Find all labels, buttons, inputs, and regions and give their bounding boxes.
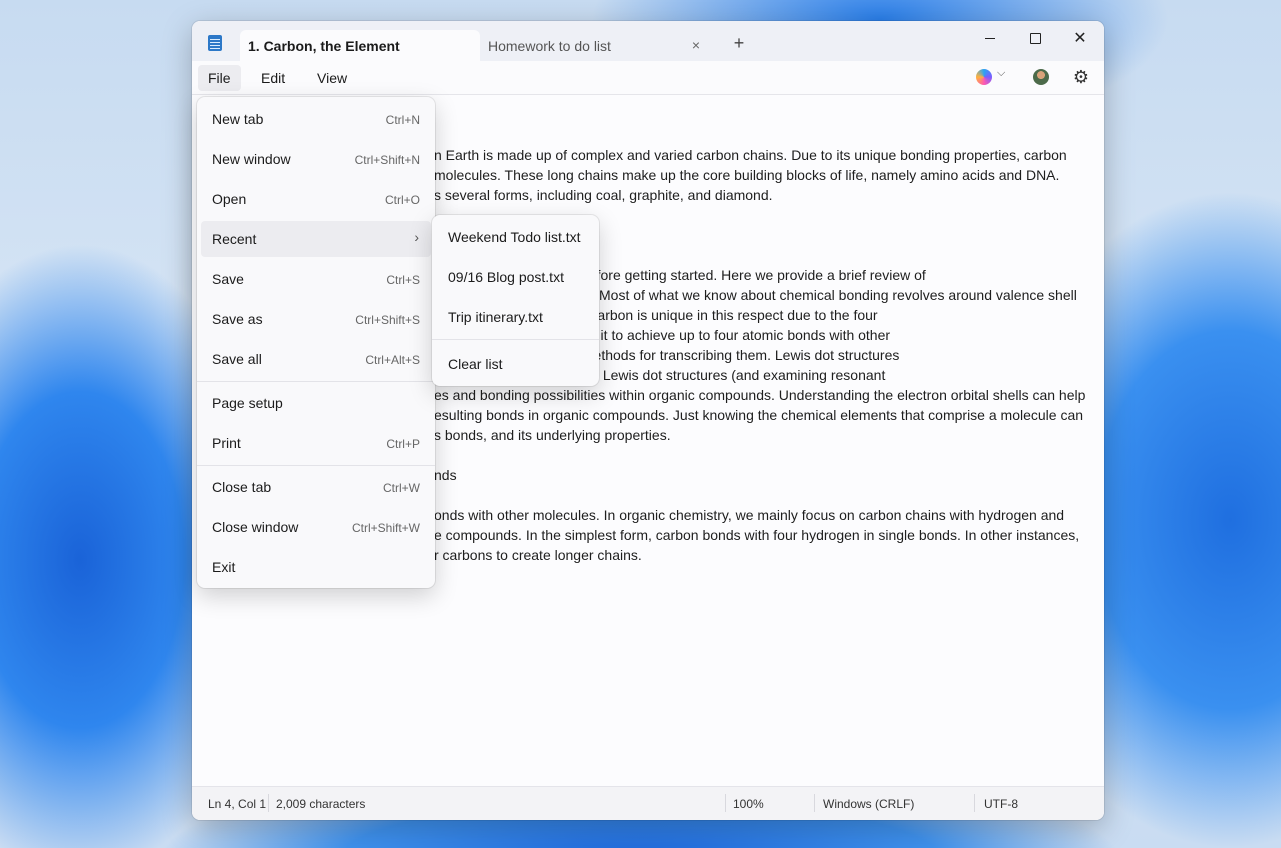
menu-item-label: Open	[212, 191, 247, 207]
close-tab-icon[interactable]: ×	[688, 37, 704, 53]
recent-file-item[interactable]: Weekend Todo list.txt	[436, 219, 595, 255]
menu-item-new-window[interactable]: New window Ctrl+Shift+N	[201, 141, 431, 177]
menu-edit[interactable]: Edit	[251, 65, 295, 91]
menu-item-save-as[interactable]: Save as Ctrl+Shift+S	[201, 301, 431, 337]
notepad-app-icon	[208, 35, 222, 51]
menu-item-label: Clear list	[448, 356, 503, 372]
new-tab-button[interactable]: +	[730, 34, 748, 52]
menu-item-close-window[interactable]: Close window Ctrl+Shift+W	[201, 509, 431, 545]
editor-text-line: onds with other molecules. In organic ch…	[434, 507, 1065, 523]
close-window-button[interactable]: ✕	[1064, 27, 1096, 51]
status-divider	[725, 794, 726, 812]
menu-item-shortcut: Ctrl+Alt+S	[365, 353, 420, 367]
menu-item-label: New window	[212, 151, 291, 167]
chevron-down-icon[interactable]: ⌵	[997, 67, 1005, 80]
menu-item-save-all[interactable]: Save all Ctrl+Alt+S	[201, 341, 431, 377]
menu-item-label: Save as	[212, 311, 263, 327]
menu-file[interactable]: File	[198, 65, 241, 91]
menu-item-label: Save all	[212, 351, 262, 367]
editor-text-line: r carbons to create longer chains.	[434, 547, 642, 563]
menu-item-shortcut: Ctrl+P	[386, 437, 420, 451]
menu-separator	[197, 465, 435, 466]
status-bar: Ln 4, Col 1 2,009 characters 100% Window…	[192, 786, 1104, 820]
zoom-level[interactable]: 100%	[733, 797, 764, 811]
menu-item-page-setup[interactable]: Page setup	[201, 385, 431, 421]
chevron-right-icon: ›	[414, 229, 419, 245]
menu-bar: File Edit View	[192, 61, 1104, 95]
maximize-icon	[1029, 33, 1041, 45]
line-ending[interactable]: Windows (CRLF)	[823, 797, 914, 811]
editor-text-line: esulting bonds in organic compounds. Jus…	[434, 407, 1084, 423]
editor-text-line: nds	[434, 467, 457, 483]
editor-text-line: molecules. These long chains make up the…	[434, 167, 1060, 183]
avatar[interactable]	[1033, 69, 1049, 85]
encoding[interactable]: UTF-8	[984, 797, 1018, 811]
gear-icon[interactable]: ⚙	[1071, 67, 1091, 87]
menu-item-shortcut: Ctrl+S	[386, 273, 420, 287]
tab-label: Homework to do list	[488, 37, 611, 54]
menu-item-print[interactable]: Print Ctrl+P	[201, 425, 431, 461]
tab-homework[interactable]: Homework to do list ×	[480, 30, 712, 61]
menu-item-label: Print	[212, 435, 241, 451]
editor-text-line: s bonds, and its underlying properties.	[434, 427, 671, 443]
menu-item-shortcut: Ctrl+W	[383, 481, 420, 495]
menu-item-shortcut: Ctrl+Shift+S	[355, 313, 420, 327]
file-menu: New tab Ctrl+N New window Ctrl+Shift+N O…	[197, 97, 435, 588]
menu-view[interactable]: View	[307, 65, 357, 91]
status-divider	[268, 794, 269, 812]
menu-item-clear-list[interactable]: Clear list	[436, 346, 595, 382]
recent-file-item[interactable]: 09/16 Blog post.txt	[436, 259, 595, 295]
menu-item-label: Recent	[212, 231, 257, 247]
menu-separator	[432, 339, 599, 340]
menu-item-recent[interactable]: Recent ›	[201, 221, 431, 257]
menu-item-shortcut: Ctrl+Shift+N	[354, 153, 420, 167]
editor-text-line: s several forms, including coal, graphit…	[434, 187, 773, 203]
menu-item-open[interactable]: Open Ctrl+O	[201, 181, 431, 217]
maximize-button[interactable]	[1019, 27, 1051, 51]
editor-text-line: Most of what we know about chemical bond…	[599, 287, 1077, 303]
menu-item-label: Save	[212, 271, 244, 287]
minimize-button[interactable]	[974, 27, 1006, 51]
tab-label: 1. Carbon, the Element	[248, 37, 400, 54]
status-divider	[814, 794, 815, 812]
minimize-icon	[985, 38, 995, 40]
menu-item-label: Weekend Todo list.txt	[448, 229, 581, 245]
menu-item-label: New tab	[212, 111, 264, 127]
menu-item-save[interactable]: Save Ctrl+S	[201, 261, 431, 297]
menu-item-label: 09/16 Blog post.txt	[448, 269, 564, 285]
copilot-icon[interactable]	[976, 69, 992, 85]
recent-file-item[interactable]: Trip itinerary.txt	[436, 299, 595, 335]
editor-text-line: e compounds. In the simplest form, carbo…	[434, 527, 1080, 543]
editor-text-line: es and bonding possibilities within orga…	[434, 387, 1086, 403]
character-count: 2,009 characters	[276, 797, 366, 811]
menu-item-label: Page setup	[212, 395, 283, 411]
recent-submenu: Weekend Todo list.txt 09/16 Blog post.tx…	[432, 215, 599, 386]
cursor-position: Ln 4, Col 1	[208, 797, 267, 811]
status-divider	[974, 794, 975, 812]
menu-item-shortcut: Ctrl+N	[385, 113, 420, 127]
menu-item-exit[interactable]: Exit	[201, 549, 431, 585]
menu-item-shortcut: Ctrl+Shift+W	[351, 521, 420, 535]
tab-carbon-element[interactable]: 1. Carbon, the Element	[240, 30, 480, 61]
menu-item-shortcut: Ctrl+O	[384, 193, 420, 207]
title-bar: 1. Carbon, the Element Homework to do li…	[192, 21, 1104, 61]
menu-item-label: Close window	[212, 519, 299, 535]
editor-text-line: n Earth is made up of complex and varied…	[434, 147, 1067, 163]
menu-item-label: Close tab	[212, 479, 272, 495]
menu-separator	[197, 381, 435, 382]
menu-item-label: Trip itinerary.txt	[448, 309, 543, 325]
menu-item-close-tab[interactable]: Close tab Ctrl+W	[201, 469, 431, 505]
menu-item-new-tab[interactable]: New tab Ctrl+N	[201, 101, 431, 137]
menu-item-label: Exit	[212, 559, 236, 575]
